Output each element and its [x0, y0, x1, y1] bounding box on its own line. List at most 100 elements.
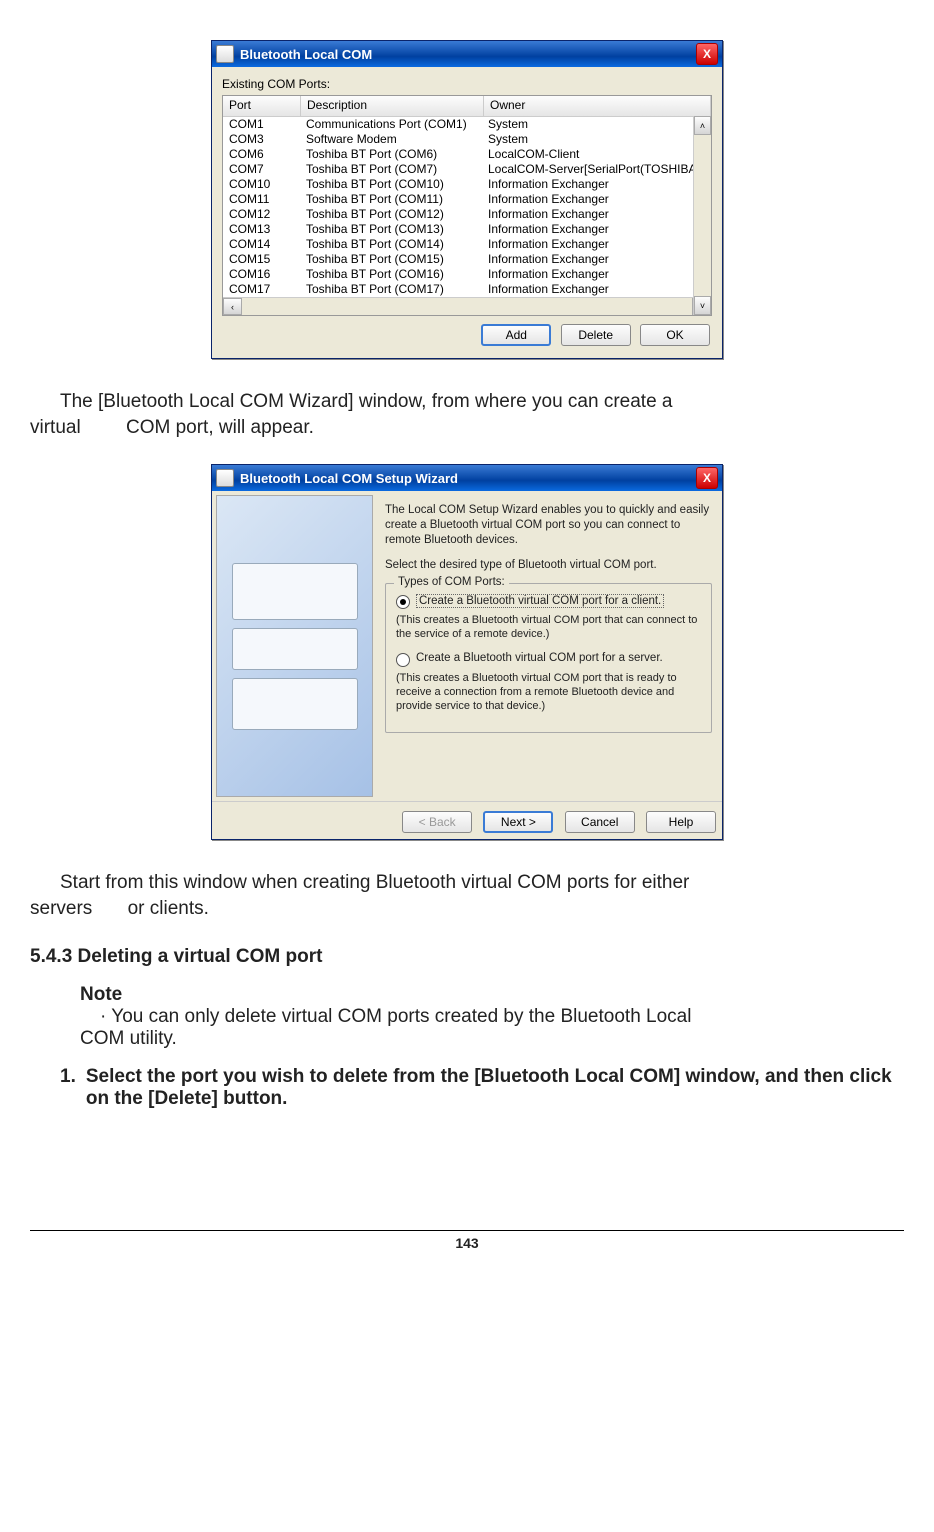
page-number: 143: [30, 1230, 904, 1251]
dialog1-title: Bluetooth Local COM: [240, 47, 696, 62]
cell-owner: Information Exchanger: [482, 177, 711, 192]
cell-description: Toshiba BT Port (COM11): [300, 192, 482, 207]
cell-description: Toshiba BT Port (COM6): [300, 147, 482, 162]
cell-description: Toshiba BT Port (COM12): [300, 207, 482, 222]
radio-client-label[interactable]: Create a Bluetooth virtual COM port for …: [416, 594, 664, 608]
step-text: Select the port you wish to delete from …: [86, 1066, 904, 1110]
doc-paragraph-2b-right: or clients.: [128, 898, 209, 919]
cell-owner: System: [482, 132, 711, 147]
cell-owner: LocalCOM-Server[SerialPort(TOSHIBA: [482, 162, 711, 177]
cell-description: Toshiba BT Port (COM10): [300, 177, 482, 192]
cell-port: COM10: [223, 177, 300, 192]
table-row[interactable]: COM3Software ModemSystem: [223, 132, 711, 147]
cell-port: COM11: [223, 192, 300, 207]
doc-paragraph-1a: The [Bluetooth Local COM Wizard] window,…: [30, 389, 904, 415]
table-row[interactable]: COM6Toshiba BT Port (COM6)LocalCOM-Clien…: [223, 147, 711, 162]
note-body-b: COM utility.: [30, 1028, 904, 1050]
help-button[interactable]: Help: [646, 811, 716, 833]
cell-port: COM1: [223, 117, 300, 132]
table-row[interactable]: COM16Toshiba BT Port (COM16)Information …: [223, 267, 711, 282]
cell-port: COM17: [223, 282, 300, 297]
cell-owner: LocalCOM-Client: [482, 147, 711, 162]
cell-description: Toshiba BT Port (COM15): [300, 252, 482, 267]
add-button[interactable]: Add: [481, 324, 551, 346]
cell-port: COM14: [223, 237, 300, 252]
col-description-header[interactable]: Description: [301, 96, 484, 116]
cell-description: Toshiba BT Port (COM7): [300, 162, 482, 177]
com-port-types-group: Types of COM Ports: Create a Bluetooth v…: [385, 583, 712, 732]
table-row[interactable]: COM7Toshiba BT Port (COM7)LocalCOM-Serve…: [223, 162, 711, 177]
col-owner-header[interactable]: Owner: [484, 96, 711, 116]
vertical-scrollbar[interactable]: ˄ ˅: [693, 116, 711, 315]
next-button[interactable]: Next >: [483, 811, 553, 833]
table-row[interactable]: COM15Toshiba BT Port (COM15)Information …: [223, 252, 711, 267]
wizard-artwork: [216, 495, 373, 797]
com-ports-table: Port Description Owner COM1Communication…: [222, 95, 712, 316]
cell-port: COM12: [223, 207, 300, 222]
cell-description: Toshiba BT Port (COM13): [300, 222, 482, 237]
radio-client-desc: (This creates a Bluetooth virtual COM po…: [396, 613, 701, 642]
cell-port: COM3: [223, 132, 300, 147]
close-icon[interactable]: X: [696, 43, 718, 65]
cell-owner: Information Exchanger: [482, 207, 711, 222]
note-body-a: · You can only delete virtual COM ports …: [30, 1006, 904, 1028]
delete-button[interactable]: Delete: [561, 324, 631, 346]
cell-owner: Information Exchanger: [482, 267, 711, 282]
cell-port: COM7: [223, 162, 300, 177]
cell-description: Communications Port (COM1): [300, 117, 482, 132]
cell-description: Toshiba BT Port (COM14): [300, 237, 482, 252]
radio-server-desc: (This creates a Bluetooth virtual COM po…: [396, 671, 701, 714]
col-port-header[interactable]: Port: [223, 96, 301, 116]
wizard-intro-1: The Local COM Setup Wizard enables you t…: [385, 503, 712, 548]
monitor-illustration: [232, 678, 358, 730]
cell-owner: Information Exchanger: [482, 252, 711, 267]
horizontal-scrollbar[interactable]: ‹ ›: [223, 297, 711, 315]
existing-ports-label: Existing COM Ports:: [222, 77, 712, 91]
dialog2-titlebar[interactable]: Bluetooth Local COM Setup Wizard X: [212, 465, 722, 491]
cell-description: Toshiba BT Port (COM16): [300, 267, 482, 282]
cell-port: COM16: [223, 267, 300, 282]
scroll-up-icon[interactable]: ˄: [694, 116, 711, 135]
cell-description: Software Modem: [300, 132, 482, 147]
step-number: 1.: [60, 1066, 76, 1110]
scroll-down-icon[interactable]: ˅: [694, 296, 711, 315]
bluetooth-local-com-dialog: Bluetooth Local COM X Existing COM Ports…: [211, 40, 723, 359]
section-heading: 5.4.3 Deleting a virtual COM port: [30, 946, 904, 968]
radio-client[interactable]: [396, 595, 410, 609]
phone-illustration: [232, 628, 358, 670]
ok-button[interactable]: OK: [640, 324, 710, 346]
cancel-button[interactable]: Cancel: [565, 811, 635, 833]
cell-owner: Information Exchanger: [482, 282, 711, 297]
table-row[interactable]: COM1Communications Port (COM1)System: [223, 117, 711, 132]
scroll-left-icon[interactable]: ‹: [223, 298, 242, 315]
note-heading: Note: [30, 984, 904, 1006]
cell-description: Toshiba BT Port (COM17): [300, 282, 482, 297]
dialog2-title: Bluetooth Local COM Setup Wizard: [240, 471, 696, 486]
doc-paragraph-1b-right: COM port, will appear.: [126, 417, 314, 438]
dialog1-app-icon: [216, 45, 234, 63]
back-button: < Back: [402, 811, 472, 833]
laptop-illustration: [232, 563, 358, 620]
doc-paragraph-1b-left: virtual: [30, 417, 81, 438]
cell-owner: Information Exchanger: [482, 192, 711, 207]
radio-server-label[interactable]: Create a Bluetooth virtual COM port for …: [416, 652, 663, 664]
doc-paragraph-2b-left: servers: [30, 898, 92, 919]
table-row[interactable]: COM17Toshiba BT Port (COM17)Information …: [223, 282, 711, 297]
table-row[interactable]: COM14Toshiba BT Port (COM14)Information …: [223, 237, 711, 252]
cell-owner: Information Exchanger: [482, 222, 711, 237]
dialog1-titlebar[interactable]: Bluetooth Local COM X: [212, 41, 722, 67]
dialog2-app-icon: [216, 469, 234, 487]
close-icon[interactable]: X: [696, 467, 718, 489]
wizard-intro-2: Select the desired type of Bluetooth vir…: [385, 558, 712, 573]
cell-port: COM13: [223, 222, 300, 237]
cell-port: COM15: [223, 252, 300, 267]
cell-owner: Information Exchanger: [482, 237, 711, 252]
table-row[interactable]: COM11Toshiba BT Port (COM11)Information …: [223, 192, 711, 207]
bluetooth-wizard-dialog: Bluetooth Local COM Setup Wizard X The L…: [211, 464, 723, 840]
table-row[interactable]: COM10Toshiba BT Port (COM10)Information …: [223, 177, 711, 192]
group-title: Types of COM Ports:: [394, 576, 509, 588]
table-row[interactable]: COM12Toshiba BT Port (COM12)Information …: [223, 207, 711, 222]
table-row[interactable]: COM13Toshiba BT Port (COM13)Information …: [223, 222, 711, 237]
doc-paragraph-2a: Start from this window when creating Blu…: [30, 870, 904, 896]
radio-server[interactable]: [396, 653, 410, 667]
